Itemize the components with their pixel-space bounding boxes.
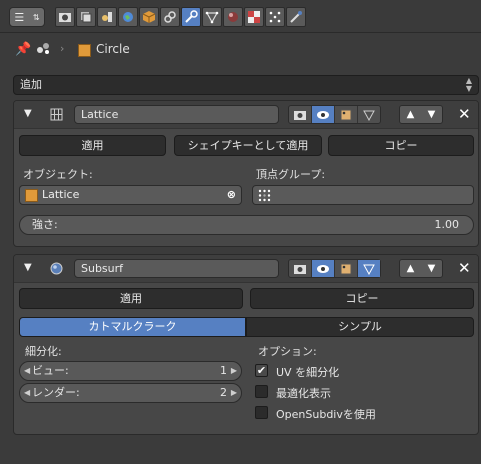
lattice-apply-button[interactable]: 適用: [19, 135, 166, 156]
scene-object-icon: [36, 42, 52, 59]
view-levels-label: ビュー:: [32, 364, 69, 377]
checkbox-unchecked-icon[interactable]: [255, 406, 268, 419]
render-levels-field[interactable]: ◀ レンダー: 2 ▶: [19, 383, 242, 403]
lattice-remove-icon[interactable]: ✕: [458, 105, 471, 123]
collapse-triangle-icon[interactable]: ▼: [24, 262, 32, 273]
option-use-opensubdiv-label: OpenSubdivを使用: [276, 408, 376, 421]
add-modifier-dropdown[interactable]: 追加 ▲ ▼: [13, 75, 479, 95]
subsurf-apply-button[interactable]: 適用: [19, 288, 243, 309]
option-use-opensubdiv[interactable]: OpenSubdivを使用: [255, 405, 475, 423]
lattice-modifier-header: ▼ Lattice ▲ ▼ ✕: [14, 101, 478, 129]
subsurf-modifier-panel: ▼ Subsurf ▲ ▼ ✕ 適用 コピー カトマルクラーク シンプル 細分化…: [13, 254, 479, 435]
properties-toolbar: ☰ ⇅: [0, 0, 481, 33]
object-tab-icon[interactable]: [139, 7, 159, 27]
view-levels-field[interactable]: ◀ ビュー: 1 ▶: [19, 361, 242, 381]
up-down-icon: ⇅: [32, 12, 40, 22]
lattice-visibility-toggles: [288, 105, 381, 124]
lattice-object-field[interactable]: Lattice ⊗: [19, 185, 242, 205]
subsurf-modifier-name-field[interactable]: Subsurf: [74, 259, 279, 278]
collapse-triangle-icon[interactable]: ▼: [24, 108, 32, 119]
increment-icon[interactable]: ▶: [231, 362, 237, 380]
texture-tab-icon[interactable]: [244, 7, 264, 27]
cage-toggle-icon[interactable]: [358, 106, 380, 123]
subsurf-remove-icon[interactable]: ✕: [458, 259, 471, 277]
move-down-icon[interactable]: ▼: [421, 260, 442, 277]
decrement-icon[interactable]: ◀: [24, 384, 30, 402]
move-up-icon[interactable]: ▲: [400, 106, 421, 123]
vertex-group-icon: [258, 189, 271, 208]
move-up-icon[interactable]: ▲: [400, 260, 421, 277]
object-name-label: Circle: [96, 42, 130, 56]
options-label: オプション:: [258, 345, 317, 358]
render-levels-value: 2: [220, 386, 227, 399]
strength-value: 1.00: [434, 218, 460, 231]
render-tab-icon[interactable]: [55, 7, 75, 27]
properties-editor-icon: ☰: [14, 10, 25, 24]
subsurf-copy-button[interactable]: コピー: [250, 288, 474, 309]
particles-tab-icon[interactable]: [265, 7, 285, 27]
clear-object-icon[interactable]: ⊗: [227, 186, 236, 204]
constraints-tab-icon[interactable]: [160, 7, 180, 27]
modifiers-tab-icon[interactable]: [181, 7, 201, 27]
vertex-group-field[interactable]: [252, 185, 474, 205]
path-separator-icon: ›: [60, 42, 65, 55]
lattice-object-value: Lattice: [42, 188, 80, 201]
object-cube-icon: [25, 189, 38, 202]
increment-icon[interactable]: ▶: [231, 384, 237, 402]
context-path: 📌 › Circle: [0, 34, 481, 64]
pin-icon[interactable]: 📌: [15, 42, 31, 57]
checkbox-checked-icon[interactable]: ✔: [255, 364, 268, 377]
subsurf-visibility-toggles: [288, 259, 381, 278]
editmode-toggle-icon[interactable]: [335, 260, 358, 277]
add-modifier-label: 追加: [20, 78, 42, 91]
dropdown-arrows-icon: ▲ ▼: [465, 76, 472, 93]
viewport-eye-icon[interactable]: [312, 260, 335, 277]
vertex-group-label: 頂点グループ:: [256, 168, 326, 181]
object-cube-icon: [78, 44, 91, 57]
subdivisions-label: 細分化:: [25, 345, 62, 358]
move-down-icon[interactable]: ▼: [421, 106, 442, 123]
algorithm-catmull-clark-tab[interactable]: カトマルクラーク: [19, 317, 246, 337]
checkbox-unchecked-icon[interactable]: [255, 385, 268, 398]
lattice-modifier-name-field[interactable]: Lattice: [74, 105, 279, 124]
option-subdivide-uvs[interactable]: ✔ UV を細分化: [255, 363, 475, 381]
algorithm-simple-tab[interactable]: シンプル: [246, 317, 474, 337]
cage-toggle-icon[interactable]: [358, 260, 380, 277]
lattice-copy-button[interactable]: コピー: [328, 135, 474, 156]
viewport-eye-icon[interactable]: [312, 106, 335, 123]
material-tab-icon[interactable]: [223, 7, 243, 27]
view-levels-value: 1: [220, 364, 227, 377]
render-layers-tab-icon[interactable]: [76, 7, 96, 27]
subsurf-move-buttons: ▲ ▼: [399, 259, 443, 278]
render-toggle-icon[interactable]: [289, 260, 312, 277]
subsurf-modifier-header: ▼ Subsurf ▲ ▼ ✕: [14, 255, 478, 283]
lattice-move-buttons: ▲ ▼: [399, 105, 443, 124]
editmode-toggle-icon[interactable]: [335, 106, 358, 123]
physics-tab-icon[interactable]: [286, 7, 306, 27]
option-optimal-display[interactable]: 最適化表示: [255, 384, 475, 402]
decrement-icon[interactable]: ◀: [24, 362, 30, 380]
strength-slider[interactable]: 強さ: 1.00: [19, 215, 474, 235]
scene-tab-icon[interactable]: [97, 7, 117, 27]
data-tab-icon[interactable]: [202, 7, 222, 27]
render-toggle-icon[interactable]: [289, 106, 312, 123]
strength-label: 強さ:: [32, 218, 58, 231]
editor-type-menu[interactable]: ☰ ⇅: [9, 7, 45, 27]
option-optimal-display-label: 最適化表示: [276, 387, 331, 400]
subsurf-icon: [50, 262, 63, 278]
option-subdivide-uvs-label: UV を細分化: [276, 366, 340, 379]
render-levels-label: レンダー:: [32, 386, 80, 399]
lattice-icon: [50, 108, 63, 124]
lattice-modifier-panel: ▼ Lattice ▲ ▼ ✕ 適用 シェイプキーとして適用 コピー オブジェク…: [13, 100, 479, 247]
lattice-apply-as-shape-button[interactable]: シェイプキーとして適用: [174, 135, 322, 156]
world-tab-icon[interactable]: [118, 7, 138, 27]
object-label: オブジェクト:: [23, 168, 93, 181]
